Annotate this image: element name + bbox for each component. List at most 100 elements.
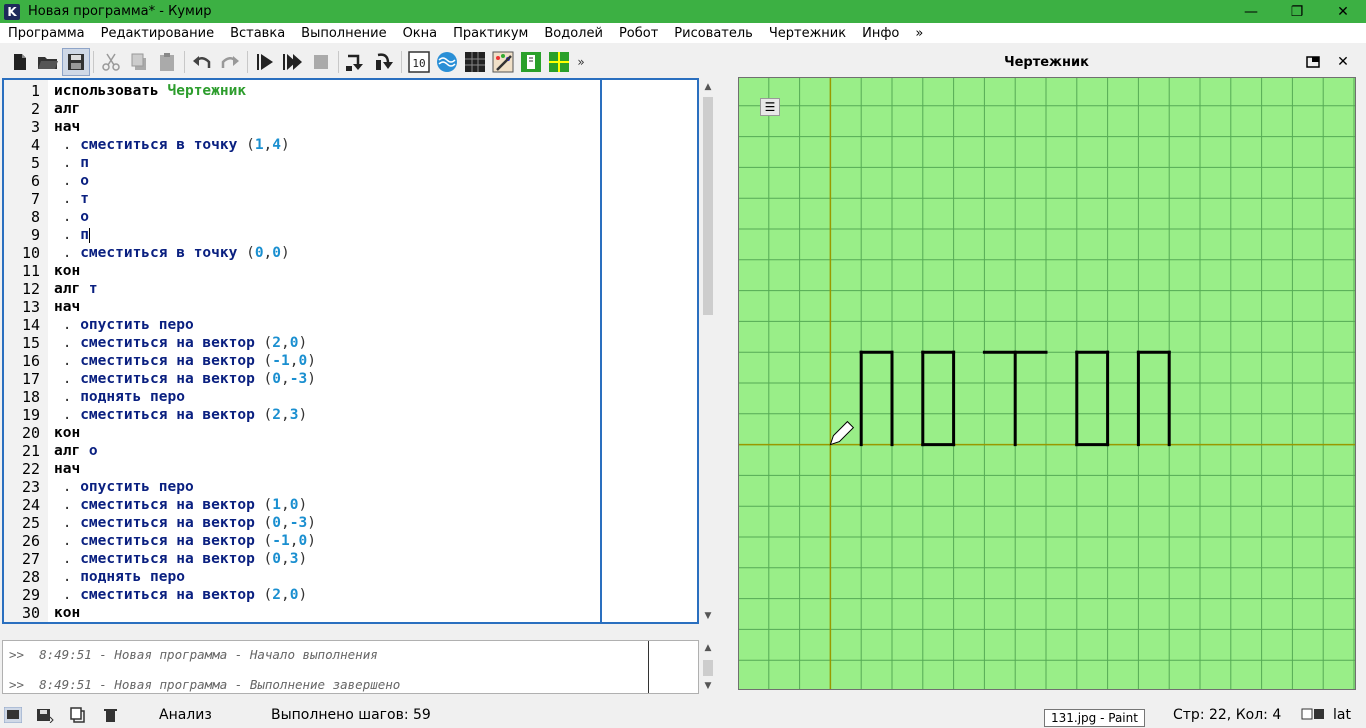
code-line[interactable]: 27 . сместиться на вектор (0,3) <box>4 550 600 568</box>
code-line[interactable]: 2 алг <box>4 100 600 118</box>
new-file-button[interactable] <box>6 48 34 76</box>
close-panel-icon[interactable]: ✕ <box>1334 53 1352 71</box>
menu-item[interactable]: Инфо <box>854 26 907 41</box>
scroll-thumb[interactable] <box>703 660 713 676</box>
scroll-thumb[interactable] <box>703 97 713 315</box>
toolbar-more-chevron[interactable]: » <box>573 55 589 69</box>
line-number: 2 <box>30 100 40 118</box>
code-line[interactable]: 30 кон <box>4 604 600 622</box>
stop-button[interactable] <box>307 48 335 76</box>
menu-item[interactable]: Редактирование <box>93 26 222 41</box>
run-step-button[interactable] <box>279 48 307 76</box>
code-token: ) <box>298 587 308 603</box>
output-console[interactable]: >> 8:49:51 - Новая программа - Начало вы… <box>2 640 699 694</box>
code-text: . сместиться в точку (0,0) <box>54 244 290 262</box>
code-line[interactable]: 4 . сместиться в точку (1,4) <box>4 136 600 154</box>
vodoley-button[interactable] <box>433 48 461 76</box>
code-line[interactable]: 11 кон <box>4 262 600 280</box>
menu-item[interactable]: Рисователь <box>666 26 761 41</box>
save-log-icon[interactable] <box>36 707 54 723</box>
code-line[interactable]: 3 нач <box>4 118 600 136</box>
code-line[interactable]: 5 . п <box>4 154 600 172</box>
code-token: . <box>54 587 81 603</box>
robot-button[interactable] <box>461 48 489 76</box>
copy-button[interactable] <box>125 48 153 76</box>
code-line[interactable]: 26 . сместиться на вектор (-1,0) <box>4 532 600 550</box>
clear-log-trash-icon[interactable] <box>102 707 120 723</box>
code-line[interactable]: 29 . сместиться на вектор (2,0) <box>4 586 600 604</box>
code-text: . сместиться на вектор (0,-3) <box>54 370 316 388</box>
keyboard-layout-icon[interactable] <box>1301 707 1327 723</box>
menu-item[interactable]: Чертежник <box>761 26 854 41</box>
code-line[interactable]: 18 . поднять перо <box>4 388 600 406</box>
code-text: . сместиться на вектор (-1,0) <box>54 352 316 370</box>
code-line[interactable]: 13 нач <box>4 298 600 316</box>
code-line[interactable]: 20 кон <box>4 424 600 442</box>
grid-button[interactable] <box>545 48 573 76</box>
code-line[interactable]: 1 использовать Чертежник <box>4 82 600 100</box>
step-over-button[interactable] <box>342 48 370 76</box>
menu-item[interactable]: Робот <box>611 26 666 41</box>
window-title: Новая программа* - Кумир <box>28 4 212 19</box>
taskbar-tooltip: 131.jpg - Paint <box>1044 709 1145 727</box>
menu-item[interactable]: Вставка <box>222 26 293 41</box>
code-line[interactable]: 10 . сместиться в точку (0,0) <box>4 244 600 262</box>
console-scrollbar[interactable]: ▲ ▼ <box>700 640 716 694</box>
menu-item[interactable]: Окна <box>395 26 446 41</box>
menu-item[interactable]: Водолей <box>536 26 611 41</box>
code-line[interactable]: 9 . п <box>4 226 600 244</box>
code-token: , <box>281 551 290 567</box>
cut-button[interactable] <box>97 48 125 76</box>
drawer-canvas[interactable]: ☰ <box>738 77 1356 690</box>
line-number: 16 <box>21 352 40 370</box>
code-text: . сместиться на вектор (2,0) <box>54 334 307 352</box>
code-line[interactable]: 8 . о <box>4 208 600 226</box>
step-into-button[interactable] <box>370 48 398 76</box>
code-line[interactable]: 14 . опустить перо <box>4 316 600 334</box>
status-keyboard-layout[interactable]: lat <box>1333 707 1351 723</box>
code-line[interactable]: 15 . сместиться на вектор (2,0) <box>4 334 600 352</box>
code-line[interactable]: 19 . сместиться на вектор (2,3) <box>4 406 600 424</box>
console-toggle-icon[interactable] <box>4 707 22 723</box>
menu-item[interactable]: Программа <box>0 26 93 41</box>
run-button[interactable] <box>251 48 279 76</box>
margin-divider[interactable] <box>600 80 602 622</box>
code-line[interactable]: 16 . сместиться на вектор (-1,0) <box>4 352 600 370</box>
code-line[interactable]: 28 . поднять перо <box>4 568 600 586</box>
code-line[interactable]: 23 . опустить перо <box>4 478 600 496</box>
save-file-button[interactable] <box>62 48 90 76</box>
code-line[interactable]: 7 . т <box>4 190 600 208</box>
close-button[interactable]: ✕ <box>1320 0 1366 23</box>
code-line[interactable]: 6 . о <box>4 172 600 190</box>
scroll-down-arrow-icon[interactable]: ▼ <box>700 678 716 694</box>
undock-window-icon[interactable] <box>1304 53 1322 71</box>
drawer-button[interactable] <box>517 48 545 76</box>
menu-item[interactable]: Практикум <box>445 26 536 41</box>
paste-button[interactable] <box>153 48 181 76</box>
canvas-menu-icon[interactable]: ☰ <box>760 98 780 116</box>
copy-log-icon[interactable] <box>70 707 88 723</box>
painter-button[interactable] <box>489 48 517 76</box>
scroll-up-arrow-icon[interactable]: ▲ <box>700 640 716 656</box>
calculator-button[interactable]: 10 <box>405 48 433 76</box>
scroll-up-arrow-icon[interactable]: ▲ <box>700 79 716 95</box>
code-line[interactable]: 21 алг о <box>4 442 600 460</box>
menu-item[interactable]: » <box>907 26 931 41</box>
scroll-down-arrow-icon[interactable]: ▼ <box>700 608 716 624</box>
maximize-button[interactable]: ❐ <box>1274 0 1320 23</box>
code-line[interactable]: 17 . сместиться на вектор (0,-3) <box>4 370 600 388</box>
redo-button[interactable] <box>216 48 244 76</box>
code-text: . сместиться на вектор (0,3) <box>54 550 307 568</box>
code-token: ( <box>263 515 273 531</box>
menu-item[interactable]: Выполнение <box>293 26 394 41</box>
code-line[interactable]: 12 алг т <box>4 280 600 298</box>
undo-button[interactable] <box>188 48 216 76</box>
console-line: >> 8:49:51 - Новая программа - Выполнени… <box>9 677 401 692</box>
minimize-button[interactable]: — <box>1228 0 1274 23</box>
open-file-button[interactable] <box>34 48 62 76</box>
code-line[interactable]: 22 нач <box>4 460 600 478</box>
editor-scrollbar[interactable]: ▲ ▼ <box>700 79 716 624</box>
code-line[interactable]: 24 . сместиться на вектор (1,0) <box>4 496 600 514</box>
code-editor[interactable]: 1 использовать Чертежник 2 алг 3 нач 4 . смест… <box>2 78 699 624</box>
code-line[interactable]: 25 . сместиться на вектор (0,-3) <box>4 514 600 532</box>
